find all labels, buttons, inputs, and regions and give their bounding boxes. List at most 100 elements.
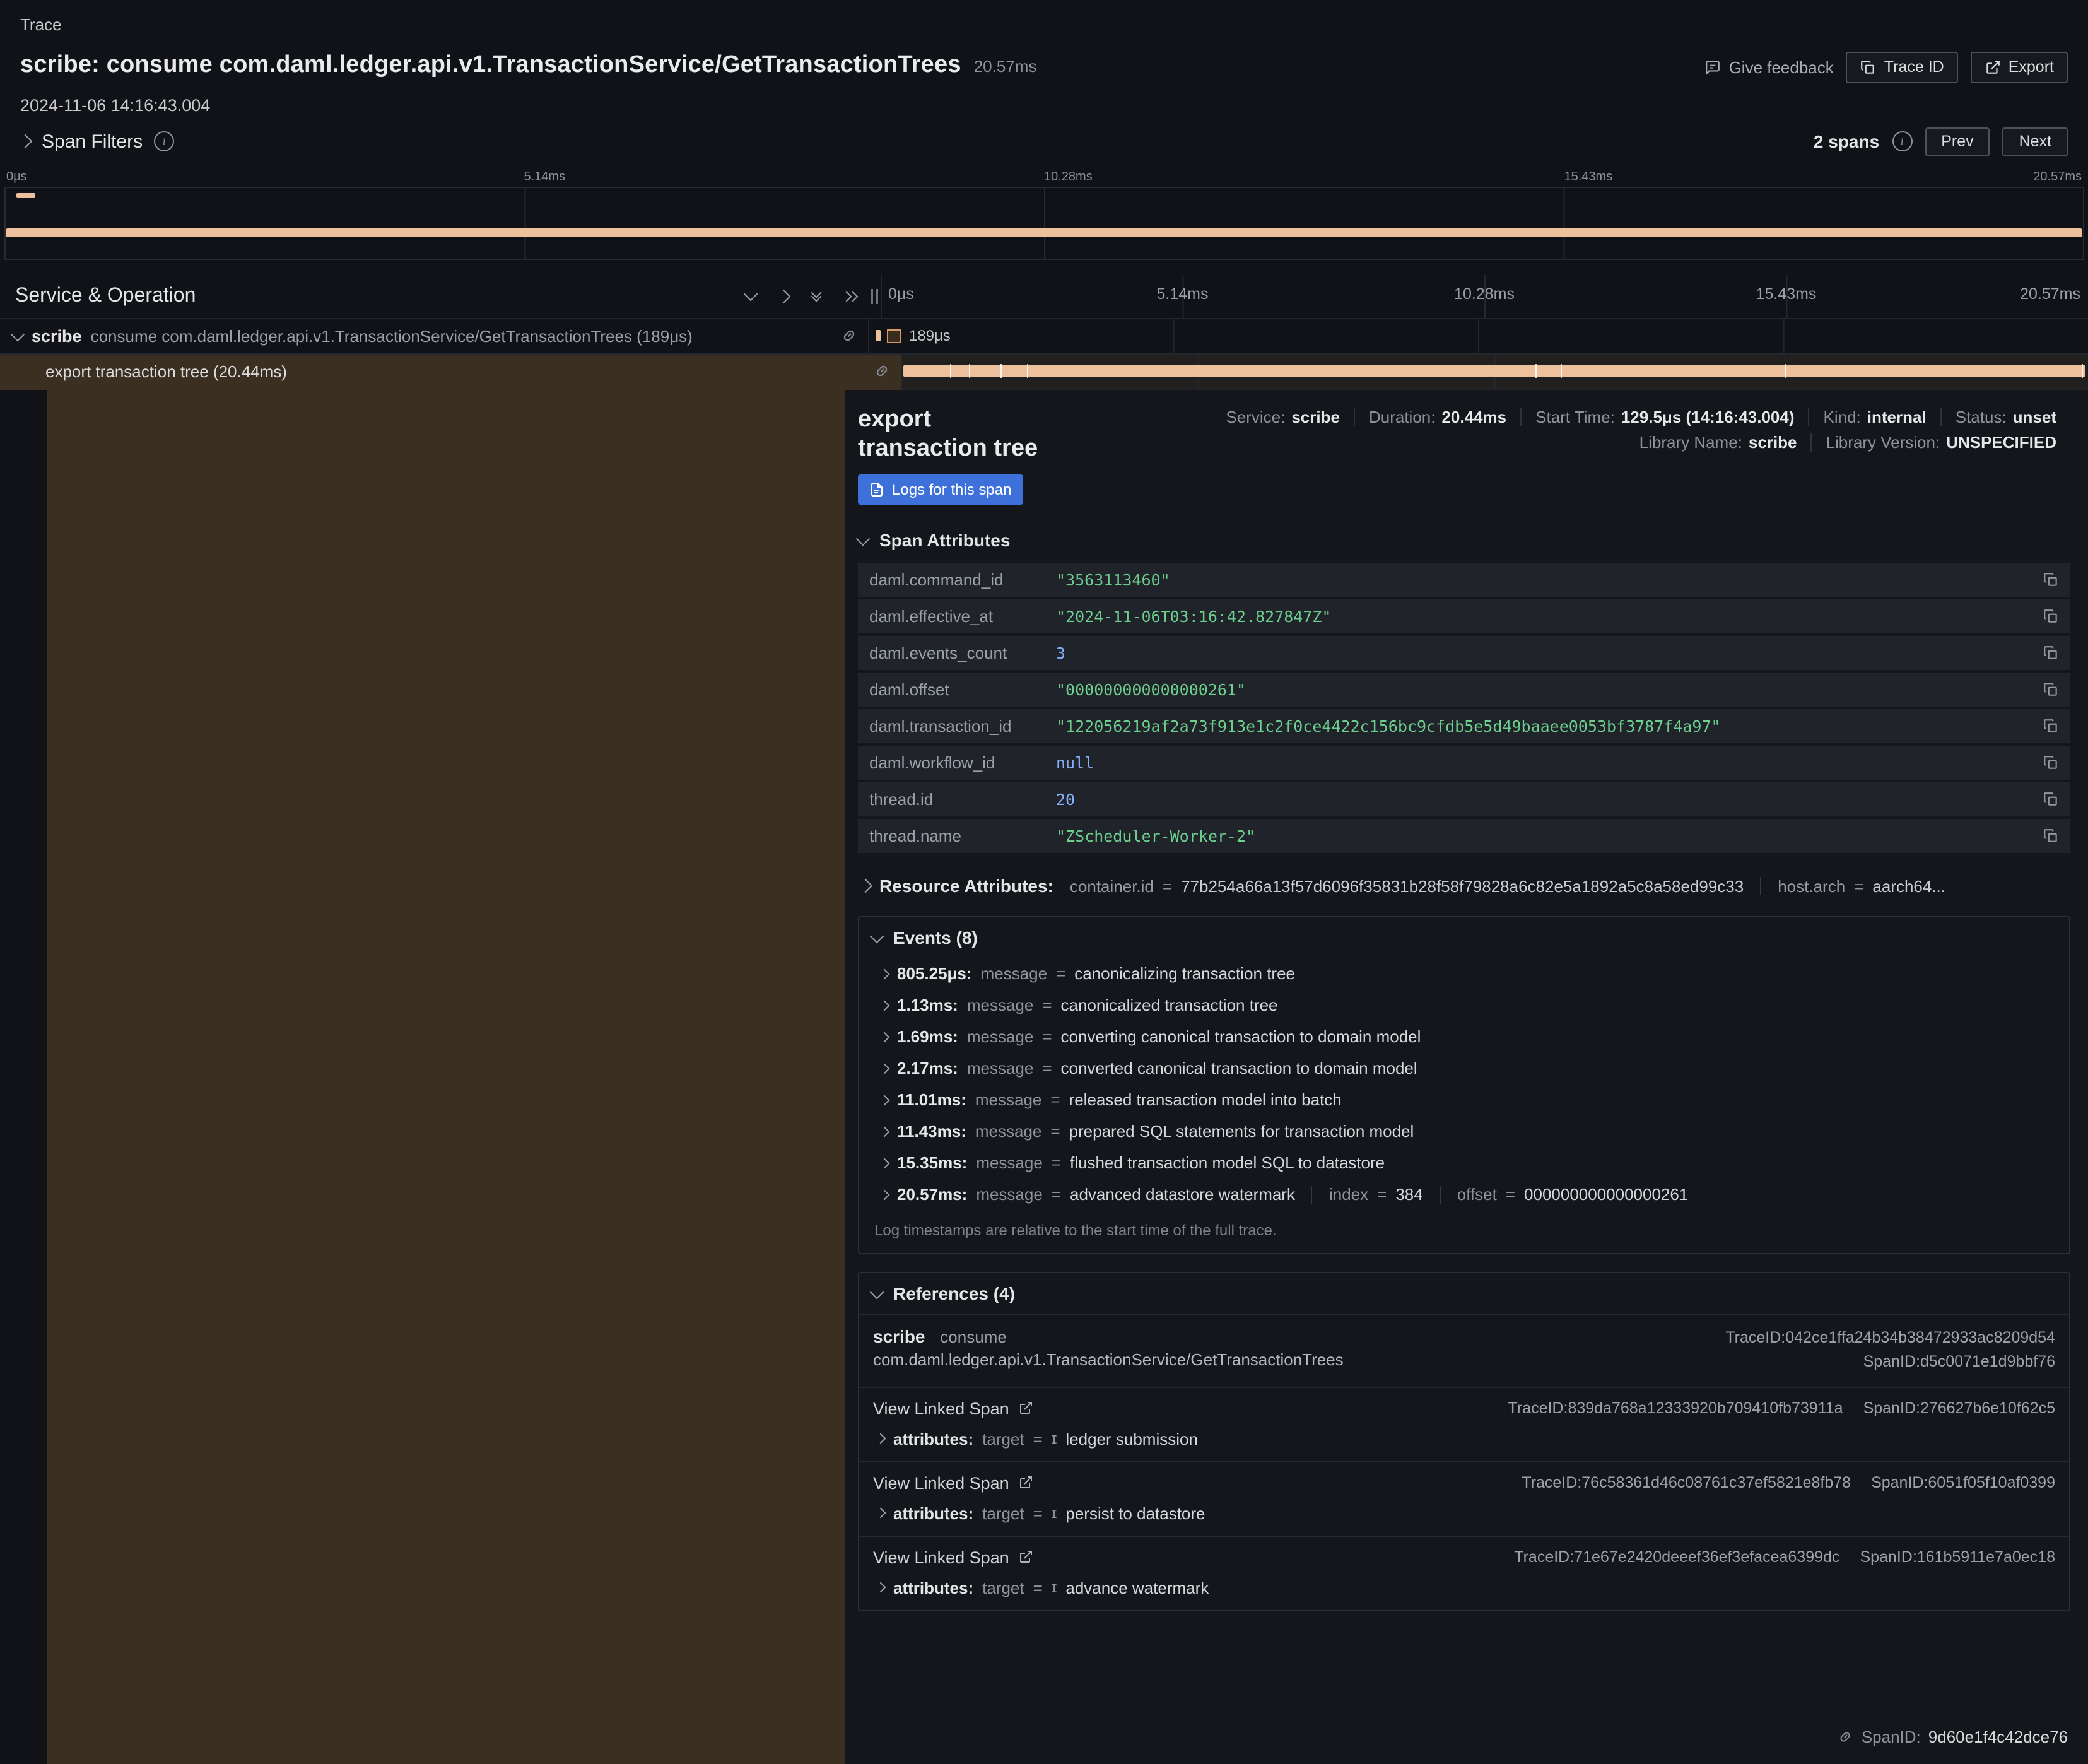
meta-value: scribe	[1291, 407, 1340, 426]
span-meta: Service:scribe Duration:20.44ms Start Ti…	[1212, 404, 2070, 451]
event-message: released transaction model into batch	[1069, 1090, 1342, 1109]
equals-sign: =	[1033, 1430, 1043, 1449]
event-row[interactable]: 1.13ms:message=canonicalized transaction…	[859, 989, 2069, 1021]
chevron-right-icon	[879, 1189, 890, 1200]
span-attributes-header: Span Attributes	[879, 530, 1010, 550]
span-filters-toggle[interactable]: Span Filters i	[20, 131, 174, 153]
give-feedback-link[interactable]: Give feedback	[1705, 58, 1834, 77]
attribute-value: "ZScheduler-Worker-2"	[1056, 826, 1255, 845]
info-icon[interactable]: i	[154, 132, 174, 152]
chevron-right-icon	[879, 968, 890, 979]
copy-icon[interactable]	[2043, 828, 2059, 844]
trace-breadcrumb: Trace	[20, 15, 2068, 34]
linked-attributes-toggle[interactable]: attributes: target = ɪ persist to datast…	[873, 1504, 2055, 1523]
event-message: canonicalizing transaction tree	[1074, 964, 1295, 983]
attribute-row: thread.id 20	[858, 782, 2070, 816]
attribute-value: "2024-11-06T03:16:42.827847Z"	[1056, 607, 1332, 626]
span-bar-lane[interactable]	[901, 354, 2088, 389]
attribute-row: thread.name "ZScheduler-Worker-2"	[858, 819, 2070, 853]
copy-icon[interactable]	[2043, 755, 2059, 771]
linked-trace-id: TraceID:71e67e2420deeef36ef3efacea6399dc	[1514, 1549, 1839, 1567]
event-row[interactable]: 11.43ms:message=prepared SQL statements …	[859, 1115, 2069, 1147]
column-resize-handle[interactable]	[868, 274, 881, 317]
copy-icon[interactable]	[2043, 681, 2059, 698]
copy-icon[interactable]	[2043, 791, 2059, 808]
event-row[interactable]: 20.57ms: message = advanced datastore wa…	[859, 1179, 2069, 1210]
reference-root-row[interactable]: scribe consume com.daml.ledger.api.v1.Tr…	[859, 1314, 2069, 1387]
span-link-icon[interactable]	[840, 327, 858, 344]
chevron-down-icon	[856, 531, 871, 546]
resource-key: host.arch	[1778, 876, 1845, 895]
view-linked-span-link[interactable]: View Linked Span	[873, 1399, 1033, 1418]
timeline-minimap[interactable]: 0μs 5.14ms 10.28ms 15.43ms 20.57ms	[0, 168, 2088, 259]
view-linked-span-link[interactable]: View Linked Span	[873, 1474, 1033, 1493]
resource-attributes-toggle[interactable]: Resource Attributes: container.id = 77b2…	[860, 876, 2070, 896]
info-icon[interactable]: i	[1892, 132, 1912, 152]
linked-span-row: View Linked Span TraceID:71e67e2420deeef…	[859, 1536, 2069, 1610]
export-button[interactable]: Export	[1971, 52, 2068, 83]
chevron-right-icon	[879, 1095, 890, 1105]
span-bar-lane[interactable]: 189μs	[868, 319, 2088, 354]
copy-icon[interactable]	[2043, 572, 2059, 588]
collapse-all-icon[interactable]	[739, 285, 762, 307]
span-id-value: 9d60e1f4c42dce76	[1928, 1727, 2068, 1746]
minimap-span-bar-export	[6, 228, 2082, 237]
attribute-key: daml.command_id	[869, 570, 1056, 589]
chevron-right-icon	[879, 1126, 890, 1137]
expand-others-icon[interactable]	[838, 285, 860, 307]
chevron-right-icon	[879, 1063, 890, 1074]
linked-span-row: View Linked Span TraceID:839da768a123339…	[859, 1387, 2069, 1461]
minimap-span-bar-root	[16, 192, 35, 197]
copy-icon	[1860, 59, 1877, 76]
expand-all-icon[interactable]	[772, 285, 795, 307]
event-row[interactable]: 805.25μs:message=canonicalizing transact…	[859, 958, 2069, 989]
axis-tick: 20.57ms	[2020, 285, 2080, 302]
event-time: 805.25μs:	[897, 964, 972, 983]
equals-sign: =	[1052, 1153, 1061, 1172]
span-row-root[interactable]: scribe consume com.daml.ledger.api.v1.Tr…	[0, 319, 2088, 354]
meta-label: Duration:	[1369, 407, 1436, 426]
service-operation-header: Service & Operation	[15, 285, 196, 307]
span-id-label: SpanID:	[1862, 1727, 1921, 1746]
span-attributes-toggle[interactable]: Span Attributes	[858, 530, 2070, 550]
trace-view: Trace scribe: consume com.daml.ledger.ap…	[0, 0, 2088, 1764]
equals-sign: =	[1033, 1504, 1043, 1523]
event-row[interactable]: 1.69ms:message=converting canonical tran…	[859, 1021, 2069, 1052]
linked-attributes-toggle[interactable]: attributes: target = ɪ ledger submission	[873, 1430, 2055, 1449]
chevron-right-icon	[18, 134, 33, 149]
view-linked-span-link[interactable]: View Linked Span	[873, 1548, 1033, 1567]
events-section: Events (8) 805.25μs:message=canonicalizi…	[858, 916, 2070, 1254]
event-time: 15.35ms:	[897, 1153, 967, 1172]
copy-icon[interactable]	[2043, 718, 2059, 734]
span-link-icon[interactable]	[873, 362, 891, 380]
span-bar[interactable]	[876, 330, 881, 341]
attributes-label: attributes:	[893, 1579, 973, 1597]
span-bar[interactable]	[903, 365, 2085, 377]
trace-id-button[interactable]: Trace ID	[1846, 52, 1958, 83]
page-title: scribe: consume com.daml.ledger.api.v1.T…	[20, 52, 961, 79]
prev-span-button[interactable]: Prev	[1925, 127, 1990, 156]
event-row[interactable]: 11.01ms:message=released transaction mod…	[859, 1084, 2069, 1115]
copy-icon[interactable]	[2043, 645, 2059, 661]
span-detail-panel: export transaction tree Service:scribe D…	[845, 389, 2088, 1764]
attribute-row: daml.command_id "3563113460"	[858, 563, 2070, 597]
minimap-tick: 0μs	[6, 170, 27, 184]
event-row[interactable]: 15.35ms:message=flushed transaction mode…	[859, 1147, 2069, 1179]
equals-sign: =	[1050, 1122, 1060, 1141]
next-span-button[interactable]: Next	[2003, 127, 2068, 156]
collapse-others-icon[interactable]	[805, 285, 828, 307]
chevron-down-icon[interactable]	[11, 327, 25, 341]
references-toggle[interactable]: References (4)	[859, 1273, 2069, 1314]
linked-span-id: SpanID:161b5911e7a0ec18	[1860, 1549, 2055, 1567]
event-row[interactable]: 2.17ms:message=converted canonical trans…	[859, 1052, 2069, 1084]
logs-for-span-button[interactable]: Logs for this span	[858, 474, 1023, 505]
target-key: target	[982, 1504, 1024, 1523]
minimap-canvas[interactable]	[4, 186, 2084, 259]
span-row-export[interactable]: export transaction tree (20.44ms)	[0, 354, 2088, 389]
copy-icon[interactable]	[2043, 608, 2059, 625]
references-header: References (4)	[893, 1283, 1015, 1303]
attribute-key: daml.events_count	[869, 644, 1056, 662]
linked-attributes-toggle[interactable]: attributes: target = ɪ advance watermark	[873, 1579, 2055, 1597]
events-toggle[interactable]: Events (8)	[859, 917, 2069, 958]
target-value: persist to datastore	[1065, 1504, 1205, 1523]
